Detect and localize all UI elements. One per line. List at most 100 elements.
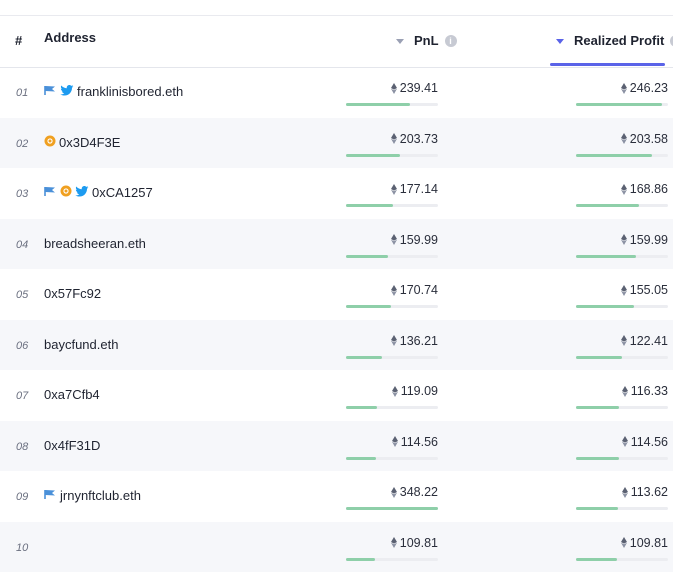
row-address-text: baycfund.eth	[44, 336, 119, 352]
pnl-bar	[346, 103, 438, 106]
verified-badge-icon	[44, 135, 56, 150]
info-icon[interactable]: i	[444, 34, 457, 47]
pnl-bar	[346, 507, 438, 510]
pnl-value-text: 119.09	[400, 384, 438, 398]
realized-profit-value: 246.23	[620, 81, 668, 95]
table-row[interactable]: 01 franklinisbored.eth 239.41 246.23	[0, 67, 673, 117]
table-row[interactable]: 02 0x3D4F3E 203.73 203.58	[0, 117, 673, 168]
row-rank: 06	[16, 339, 29, 352]
pnl-bar-fill	[346, 103, 411, 106]
realized-profit-bar	[576, 406, 668, 409]
realized-profit-value: 122.41	[620, 334, 668, 348]
flag-icon	[44, 84, 57, 99]
pnl-value: 203.73	[390, 131, 438, 146]
pnl-value: 136.21	[390, 334, 438, 348]
pnl-bar	[346, 153, 438, 157]
realized-profit-bar-fill	[576, 355, 622, 359]
sort-caret-icon	[396, 38, 404, 44]
row-address[interactable]: 0x57Fc92	[44, 286, 101, 301]
realized-profit-column-label: Realized Profit	[574, 33, 665, 48]
row-rank: 01	[16, 87, 29, 99]
row-address-text: 0x3D4F3E	[59, 134, 121, 150]
pnl-value: 177.14	[390, 182, 438, 196]
pnl-value-text: 109.81	[399, 535, 438, 550]
pnl-value-text: 348.22	[399, 485, 438, 499]
table-row[interactable]: 09 jrnynftclub.eth 348.22 113.62	[0, 471, 673, 521]
realized-profit-bar-fill	[576, 507, 619, 510]
pnl-bar	[346, 254, 438, 258]
row-address[interactable]: breadsheeran.eth	[44, 236, 146, 251]
realized-profit-column-header[interactable]: Realized Profit i	[556, 33, 673, 48]
pnl-bar-fill	[346, 507, 438, 510]
realized-profit-bar	[576, 305, 668, 308]
address-column-header[interactable]: Address	[44, 30, 96, 45]
row-address[interactable]: franklinisbored.eth	[44, 84, 183, 99]
pnl-value: 159.99	[390, 232, 438, 247]
active-sort-indicator	[550, 63, 665, 66]
table-row[interactable]: 06 baycfund.eth 136.21 122.41	[0, 319, 673, 370]
table-row[interactable]: 10 109.81 109.81	[0, 521, 673, 572]
pnl-bar-fill	[346, 254, 389, 258]
row-address-text: 0x57Fc92	[44, 286, 102, 301]
row-rank: 08	[16, 440, 29, 453]
pnl-value-text: 159.99	[399, 232, 438, 247]
sort-caret-icon	[556, 38, 564, 44]
row-rank: 10	[16, 541, 29, 554]
row-rank: 04	[16, 238, 29, 251]
realized-profit-value: 155.05	[620, 283, 668, 297]
realized-profit-bar	[576, 204, 668, 207]
table-row[interactable]: 08 0x4fF31D 114.56 114.56	[0, 420, 673, 471]
row-address[interactable]: 0x3D4F3E	[44, 135, 120, 150]
row-address[interactable]: 0x4fF31D	[44, 438, 100, 453]
flag-icon	[44, 488, 57, 503]
realized-profit-bar	[576, 456, 668, 460]
realized-profit-value-text: 203.58	[629, 131, 668, 146]
pnl-bar	[346, 305, 438, 308]
verified-badge-icon	[60, 185, 72, 200]
row-rank: 07	[16, 390, 29, 402]
realized-profit-value-text: 246.23	[629, 81, 668, 95]
flag-icon	[44, 185, 57, 200]
row-address[interactable]: 0xCA1257	[44, 185, 153, 200]
pnl-bar-fill	[346, 557, 375, 561]
twitter-icon	[60, 84, 74, 99]
realized-profit-value-text: 159.99	[629, 232, 668, 247]
realized-profit-value: 109.81	[620, 535, 668, 550]
realized-profit-bar	[576, 103, 668, 106]
realized-profit-bar-fill	[576, 254, 636, 258]
pnl-value: 170.74	[390, 283, 438, 297]
pnl-value: 239.41	[390, 81, 438, 95]
realized-profit-value-text: 109.81	[629, 535, 668, 550]
table-row[interactable]: 04 breadsheeran.eth 159.99 159.99	[0, 218, 673, 269]
pnl-value-text: 203.73	[399, 131, 438, 146]
table-row[interactable]: 05 0x57Fc92 170.74 155.05	[0, 269, 673, 319]
row-rank: 02	[16, 137, 29, 150]
realized-profit-value-text: 114.56	[630, 434, 668, 449]
pnl-value: 119.09	[391, 384, 438, 398]
pnl-value: 109.81	[390, 535, 438, 550]
realized-profit-value: 116.33	[621, 384, 668, 398]
pnl-bar	[346, 406, 438, 409]
realized-profit-bar	[576, 557, 668, 561]
row-address[interactable]: 0xa7Cfb4	[44, 387, 100, 402]
pnl-column-header[interactable]: PnL i	[396, 33, 457, 48]
pnl-bar	[346, 355, 438, 359]
pnl-bar-fill	[346, 456, 377, 460]
row-address-text: 0x4fF31D	[44, 437, 101, 453]
realized-profit-bar	[576, 254, 668, 258]
realized-profit-value-text: 168.86	[629, 182, 668, 196]
pnl-column-label: PnL	[414, 33, 439, 48]
pnl-bar-fill	[346, 204, 393, 207]
realized-profit-value: 168.86	[620, 182, 668, 196]
realized-profit-bar-fill	[576, 406, 620, 409]
row-address[interactable]: jrnynftclub.eth	[44, 488, 141, 503]
realized-profit-bar	[576, 507, 668, 510]
table-row[interactable]: 03 0xCA1257 177.14 168.86	[0, 168, 673, 218]
table-row[interactable]: 07 0xa7Cfb4 119.09 116.33	[0, 370, 673, 420]
realized-profit-bar	[576, 355, 668, 359]
row-address-text: jrnynftclub.eth	[60, 488, 141, 503]
row-address[interactable]: baycfund.eth	[44, 337, 118, 352]
realized-profit-bar-fill	[576, 103, 662, 106]
pnl-value: 348.22	[390, 485, 438, 499]
row-rank: 09	[16, 491, 29, 503]
